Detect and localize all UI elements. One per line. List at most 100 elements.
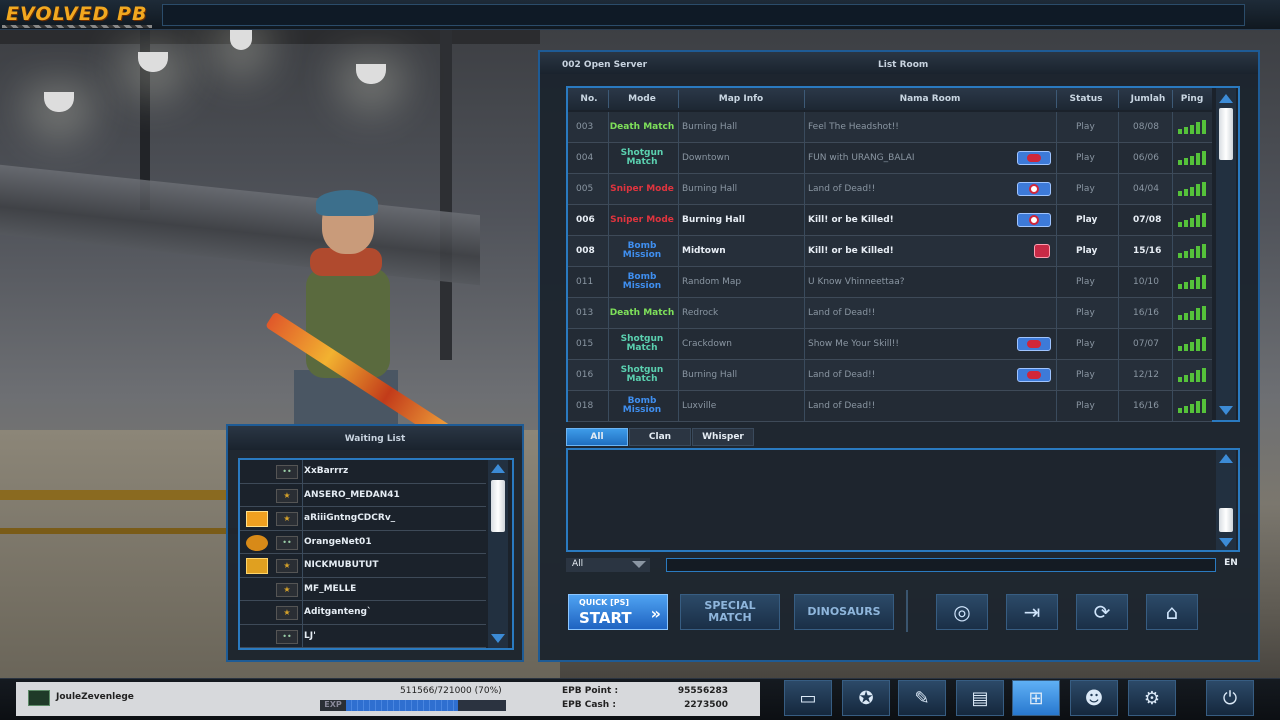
inventory-icon[interactable]: ✎	[898, 680, 946, 716]
tab-whisper[interactable]: Whisper	[692, 428, 754, 446]
waiting-list-scrollbar[interactable]	[488, 460, 508, 648]
tv-icon[interactable]: ▭	[784, 680, 832, 716]
player-name: JouleZevenlege	[56, 692, 134, 702]
player-name: MF_MELLE	[304, 583, 357, 594]
table-row[interactable]: 005 Sniper Mode Burning Hall Land of Dead!!…	[568, 174, 1212, 205]
list-item[interactable]: ★ aRiiiGntngCDCRv_	[240, 507, 486, 531]
scroll-down-icon[interactable]	[1219, 538, 1233, 547]
scroll-up-icon[interactable]	[1219, 454, 1233, 463]
room-mode: Death Match	[609, 307, 675, 318]
list-item[interactable]: •• OrangeNet01	[240, 530, 486, 554]
dinosaurs-button[interactable]: DINOSAURS	[794, 594, 894, 630]
waiting-list-rows: •• XxBarrrz ★ ANSERO_MEDAN41 ★ aRiiiGntngCDCR…	[240, 460, 486, 648]
room-status: Play	[1076, 215, 1098, 225]
col-room-name[interactable]: Nama Room	[804, 94, 1056, 104]
col-status[interactable]: Status	[1056, 94, 1116, 104]
room-mode: Sniper Mode	[610, 214, 674, 225]
ceiling-lamp	[356, 64, 386, 84]
rank-icon	[28, 690, 50, 706]
refresh-icon[interactable]: ⟳	[1076, 594, 1128, 630]
scroll-thumb[interactable]	[1219, 108, 1233, 160]
table-row[interactable]: 004 Shotgun Match Downtown FUN with URANG_B…	[568, 143, 1212, 174]
chat-channel-select[interactable]: All	[566, 558, 650, 572]
scroll-down-icon[interactable]	[1219, 406, 1233, 415]
ceiling-lamp	[138, 52, 168, 72]
rank-icon: ★	[276, 559, 298, 573]
waiting-list: •• XxBarrrz ★ ANSERO_MEDAN41 ★ aRiiiGntngCDCR…	[238, 458, 514, 650]
clan-emblem-icon[interactable]: ✪	[842, 680, 890, 716]
list-item[interactable]: ★ ANSERO_MEDAN41	[240, 483, 486, 507]
lobby-icon[interactable]: ⊞	[1012, 680, 1060, 716]
language-indicator[interactable]: EN	[1220, 558, 1242, 572]
table-row[interactable]: 006 Sniper Mode Burning Hall Kill! or be Ki…	[568, 205, 1212, 236]
room-map: Midtown	[682, 246, 726, 256]
player-name: XxBarrrz	[304, 466, 349, 476]
announcement-bar	[162, 4, 1245, 26]
room-name: Feel The Headshot!!	[808, 122, 899, 132]
sniper-mode-badge-icon	[1017, 213, 1051, 227]
col-map-info[interactable]: Map Info	[678, 94, 804, 104]
table-row[interactable]: 015 Shotgun Match Crackdown Show Me Your Sk…	[568, 329, 1212, 360]
table-row[interactable]: 008 Bomb Mission Midtown Kill! or be Killed…	[568, 236, 1212, 267]
ping-bars-icon	[1178, 306, 1208, 320]
tab-all[interactable]: All	[566, 428, 628, 446]
ping-bars-icon	[1178, 337, 1208, 351]
room-number: 018	[576, 401, 594, 411]
ping-bars-icon	[1178, 399, 1208, 413]
room-list-scrollbar[interactable]	[1216, 88, 1236, 420]
ping-bars-icon	[1178, 213, 1208, 227]
table-row[interactable]: 003 Death Match Burning Hall Feel The Heads…	[568, 112, 1212, 143]
player-name: aRiiiGntngCDCRv_	[304, 513, 396, 523]
ping-bars-icon	[1178, 275, 1208, 289]
list-item[interactable]: ★ Aditganteng`	[240, 601, 486, 625]
list-item[interactable]: ★ NICKMUBUTUT	[240, 554, 486, 578]
col-jumlah[interactable]: Jumlah	[1118, 94, 1178, 104]
waiting-list-panel: Waiting List •• XxBarrrz ★ ANSERO_MEDAN41 ★ a…	[226, 424, 524, 662]
col-no[interactable]: No.	[576, 94, 602, 104]
scroll-up-icon[interactable]	[1219, 94, 1233, 103]
scroll-down-icon[interactable]	[491, 634, 505, 643]
globe-icon[interactable]: ◎	[936, 594, 988, 630]
small-mode-badge-icon	[1034, 244, 1050, 258]
shotgun-mode-badge-icon	[1017, 368, 1051, 382]
chat-channel-value: All	[572, 559, 584, 569]
shop-icon[interactable]: ▤	[956, 680, 1004, 716]
epb-point-value: 95556283	[677, 686, 728, 696]
room-map: Burning Hall	[682, 370, 738, 380]
scroll-up-icon[interactable]	[491, 464, 505, 473]
enter-room-icon[interactable]: ⇥	[1006, 594, 1058, 630]
quick-start-button[interactable]: QUICK [PS] START »	[568, 594, 668, 630]
col-mode[interactable]: Mode	[608, 94, 676, 104]
chat-input[interactable]	[666, 558, 1216, 572]
scroll-thumb[interactable]	[1219, 508, 1233, 532]
table-row[interactable]: 016 Shotgun Match Burning Hall Land of Dead…	[568, 360, 1212, 391]
power-icon[interactable]: ⏻	[1206, 680, 1254, 716]
list-item[interactable]: •• LJ'	[240, 624, 486, 648]
table-row[interactable]: 018 Bomb Mission Luxville Land of Dead!! Pla…	[568, 391, 1212, 422]
room-number: 004	[576, 153, 594, 163]
top-bar: EVOLVED PB	[0, 0, 1280, 30]
create-room-icon[interactable]: ⌂	[1146, 594, 1198, 630]
room-jumlah: 07/08	[1133, 215, 1162, 225]
ceiling-lamp	[44, 92, 74, 112]
ping-bars-icon	[1178, 120, 1208, 134]
room-mode: Shotgun Match	[620, 148, 664, 167]
room-mode: Bomb Mission	[622, 396, 662, 415]
chat-scrollbar[interactable]	[1216, 450, 1236, 550]
room-rows: 003 Death Match Burning Hall Feel The Heads…	[568, 112, 1212, 422]
list-item[interactable]: ★ MF_MELLE	[240, 577, 486, 601]
list-item[interactable]: •• XxBarrrz	[240, 460, 486, 484]
table-row[interactable]: 013 Death Match Redrock Land of Dead!! Play 1…	[568, 298, 1212, 329]
player-name: ANSERO_MEDAN41	[304, 489, 400, 500]
settings-icon[interactable]: ⚙	[1128, 680, 1176, 716]
room-status: Play	[1076, 370, 1095, 380]
room-name: Kill! or be Killed!	[808, 246, 894, 256]
community-icon[interactable]: ☻	[1070, 680, 1118, 716]
player-name: LJ'	[304, 630, 316, 641]
tab-clan[interactable]: Clan	[629, 428, 691, 446]
special-match-button[interactable]: SPECIAL MATCH	[680, 594, 780, 630]
epb-point-label: EPB Point :	[562, 686, 619, 696]
scroll-thumb[interactable]	[491, 480, 505, 532]
table-row[interactable]: 011 Bomb Mission Random Map U Know Vhinneet…	[568, 267, 1212, 298]
col-ping[interactable]: Ping	[1172, 94, 1212, 104]
